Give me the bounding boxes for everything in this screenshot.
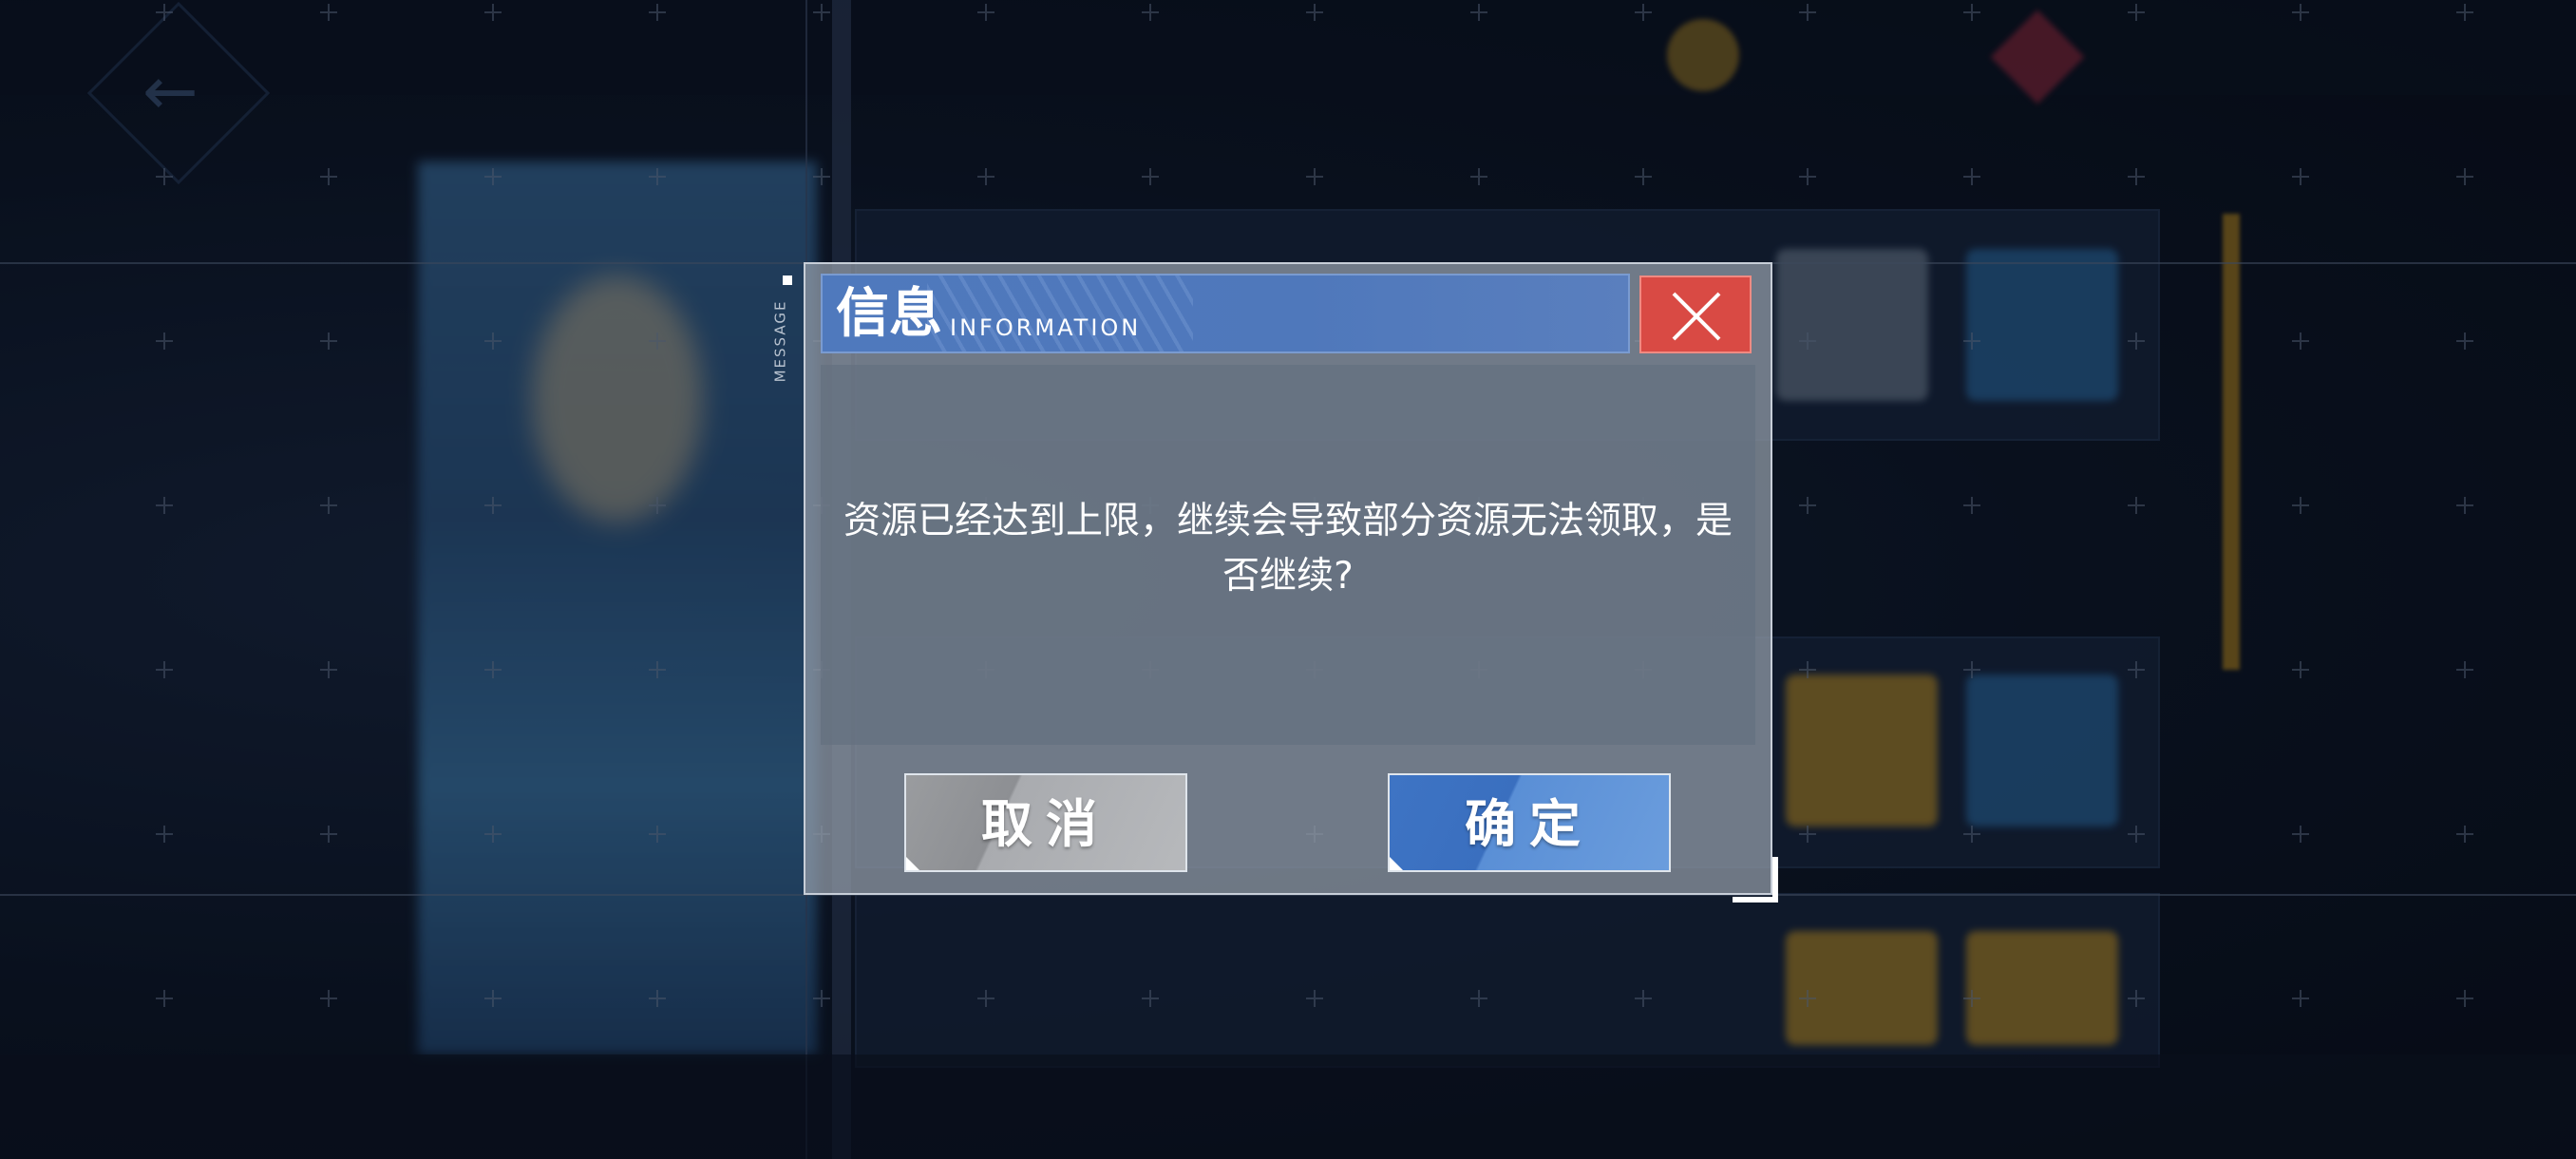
side-tag-marker	[783, 276, 792, 285]
button-corner-accent	[1390, 857, 1403, 870]
dialog-side-tag: MESSAGE	[771, 266, 802, 390]
button-corner-accent	[906, 857, 919, 870]
dialog-message: 资源已经达到上限，继续会导致部分资源无法领取，是 否继续?	[830, 494, 1746, 604]
message-line: 资源已经达到上限，继续会导致部分资源无法领取，是	[843, 500, 1733, 542]
dialog-subtitle: INFORMATION	[950, 314, 1142, 341]
side-tag-label: MESSAGE	[771, 299, 789, 383]
dialog-title-bar: 信息 INFORMATION	[821, 274, 1630, 353]
confirm-button[interactable]: 确定	[1388, 773, 1671, 872]
dialog-corner-accent	[1733, 857, 1778, 902]
close-button[interactable]	[1639, 276, 1752, 353]
close-icon	[1672, 292, 1721, 341]
message-line: 否继续?	[1222, 555, 1354, 598]
dialog-title: 信息	[836, 282, 942, 345]
cancel-button[interactable]: 取消	[904, 773, 1187, 872]
confirm-button-label: 确定	[1465, 793, 1594, 854]
cancel-button-label: 取消	[981, 793, 1110, 854]
